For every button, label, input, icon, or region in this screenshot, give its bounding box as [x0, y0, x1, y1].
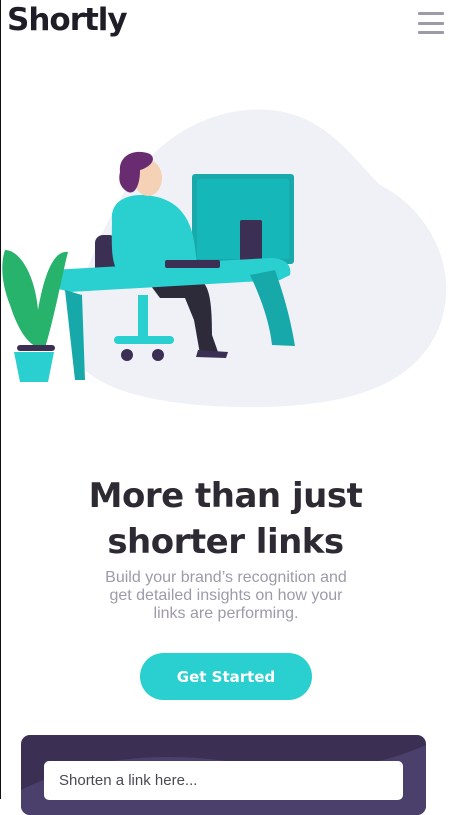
hero-illustration [2, 109, 447, 408]
keyboard [165, 260, 220, 268]
shorten-panel [21, 735, 426, 815]
hero-subtitle: Build your brand’s recognition and get d… [105, 569, 347, 622]
hero-title-line2: shorter links [107, 522, 344, 562]
hero-title: More than just shorter links [0, 473, 451, 565]
logo[interactable]: Shortly [7, 2, 128, 38]
hero-title-line1: More than just [88, 476, 363, 516]
plant-leaves [2, 250, 68, 349]
shorten-link-input[interactable] [44, 761, 403, 800]
get-started-button[interactable]: Get Started [140, 653, 312, 700]
hamburger-icon[interactable] [418, 12, 444, 34]
plant-pot [14, 352, 54, 382]
